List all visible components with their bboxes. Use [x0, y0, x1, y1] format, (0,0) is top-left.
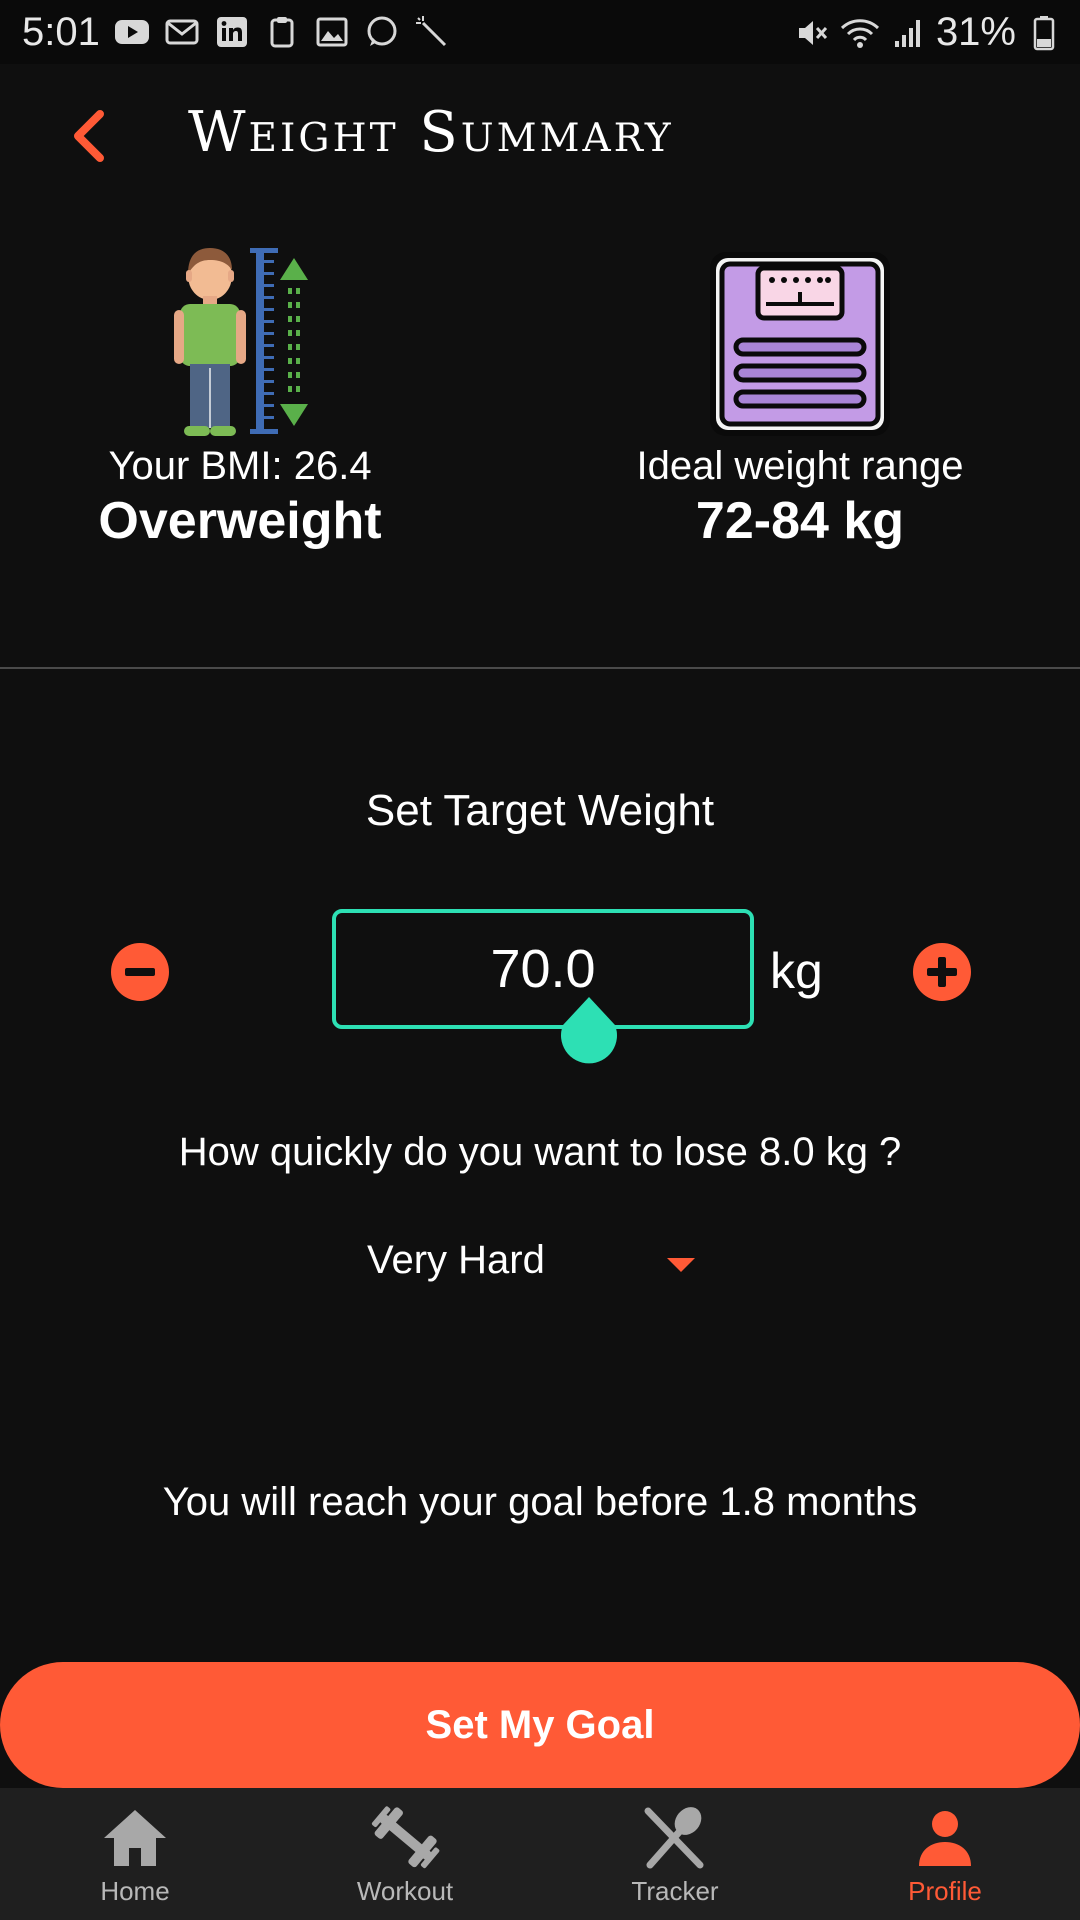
page-title: Weight Summary — [188, 100, 674, 165]
plus-icon — [927, 957, 957, 987]
pace-dropdown[interactable]: Very Hard — [362, 1234, 702, 1304]
dumbbell-icon — [369, 1802, 441, 1874]
set-goal-button[interactable]: Set My Goal — [0, 1662, 1080, 1788]
mute-icon — [792, 13, 832, 53]
magic-wand-icon — [412, 12, 452, 52]
bottom-navigation: Home Workout Tracker Profile — [0, 1788, 1080, 1920]
minus-icon — [125, 968, 155, 976]
person-icon — [909, 1802, 981, 1874]
screen: 5:01 31% Weight Summary Your BMI: 26.4 O… — [0, 0, 1080, 1920]
weight-unit-label: kg — [770, 943, 823, 999]
ideal-weight-label: Ideal weight range — [636, 444, 964, 488]
status-time: 5:01 — [22, 10, 100, 54]
linkedin-icon — [212, 12, 252, 52]
ideal-weight-card: Ideal weight range 72-84 kg — [600, 240, 1000, 551]
dropdown-arrow-icon — [667, 1258, 695, 1272]
target-weight-title: Set Target Weight — [365, 786, 715, 835]
battery-level: 31% — [935, 10, 1016, 54]
youtube-icon — [112, 12, 152, 52]
increase-weight-button[interactable] — [913, 943, 971, 1001]
bmi-card: Your BMI: 26.4 Overweight — [40, 240, 440, 551]
mail-icon — [162, 12, 202, 52]
home-icon — [99, 1802, 171, 1874]
nav-label-tracker: Tracker — [631, 1876, 719, 1906]
nav-item-home[interactable]: Home — [0, 1788, 270, 1920]
goal-estimate-text: You will reach your goal before 1.8 mont… — [162, 1480, 918, 1524]
wifi-icon — [840, 13, 880, 53]
chevron-left-icon — [74, 110, 104, 162]
ideal-weight-range: 72-84 kg — [695, 492, 905, 550]
pace-selected-value: Very Hard — [367, 1238, 545, 1282]
nav-item-workout[interactable]: Workout — [270, 1788, 540, 1920]
whatsapp-icon — [362, 12, 402, 52]
nav-item-profile[interactable]: Profile — [810, 1788, 1080, 1920]
nav-item-tracker[interactable]: Tracker — [540, 1788, 810, 1920]
image-icon — [312, 12, 352, 52]
notification-icons — [112, 12, 452, 52]
target-weight-input[interactable]: 70.0 — [332, 909, 754, 1029]
system-status: 31% — [792, 10, 1064, 55]
height-person-icon — [40, 240, 440, 440]
pace-question: How quickly do you want to lose 8.0 kg ? — [178, 1130, 902, 1174]
utensils-icon — [639, 1802, 711, 1874]
signal-icon — [888, 13, 928, 53]
nav-label-home: Home — [100, 1876, 170, 1906]
battery-icon — [1024, 13, 1064, 53]
bmi-category: Overweight — [98, 492, 382, 550]
nav-label-workout: Workout — [356, 1876, 454, 1906]
clipboard-icon — [262, 12, 302, 52]
bmi-label: Your BMI: 26.4 — [108, 444, 372, 488]
section-divider — [0, 667, 1080, 669]
text-cursor-handle[interactable] — [559, 995, 619, 1067]
back-button[interactable] — [60, 104, 116, 168]
decrease-weight-button[interactable] — [111, 943, 169, 1001]
status-bar: 5:01 31% — [0, 0, 1080, 64]
scale-icon — [600, 240, 1000, 440]
nav-label-profile: Profile — [908, 1876, 982, 1906]
weight-summary-cards: Your BMI: 26.4 Overweight Ideal weight r… — [0, 240, 1080, 560]
